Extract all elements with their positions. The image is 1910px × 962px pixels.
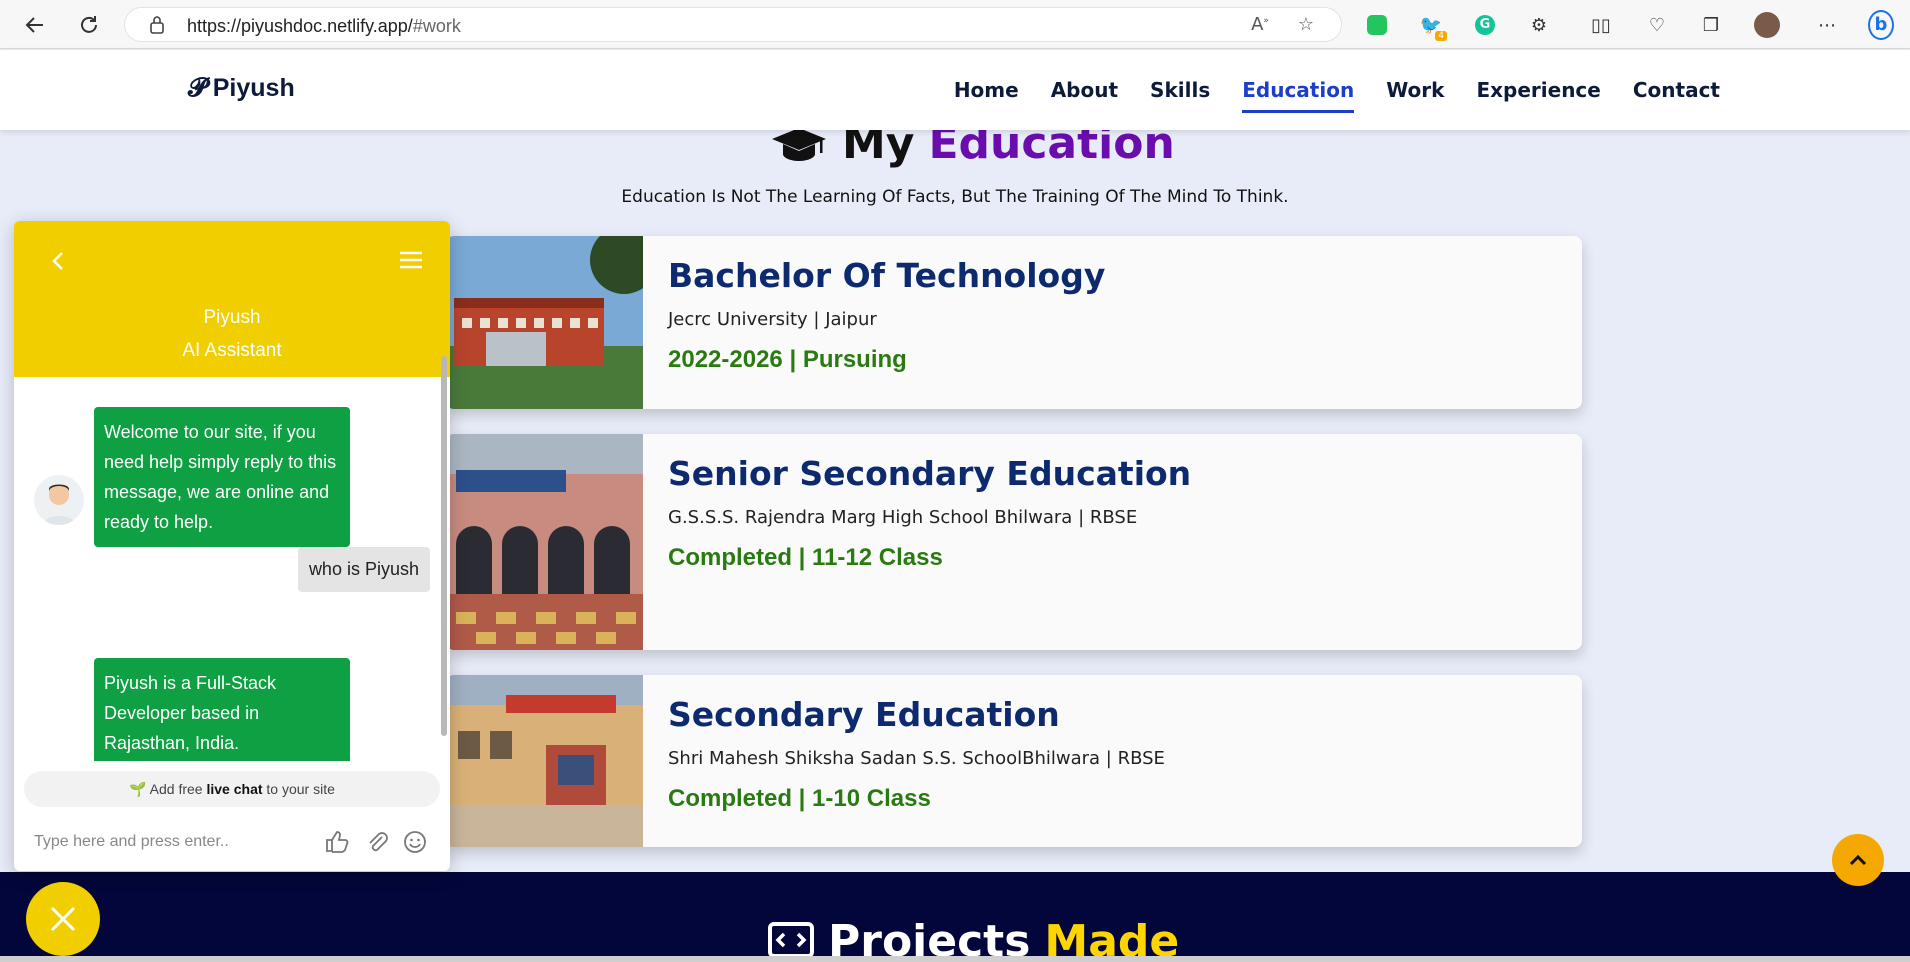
favorite-star-icon[interactable]: ☆ (1295, 14, 1317, 36)
nav-home[interactable]: Home (954, 78, 1019, 113)
chat-agent-name: Piyush AI Assistant (14, 301, 450, 367)
education-card-senior-secondary: Senior Secondary Education G.S.S.S. Raje… (446, 434, 1582, 650)
education-period: Completed | 11-12 Class (668, 544, 943, 571)
nav-experience[interactable]: Experience (1476, 78, 1600, 113)
refresh-icon[interactable] (74, 10, 104, 40)
school-name: Jecrc University | Jaipur (668, 309, 877, 330)
livechat-promo-link[interactable]: 🌱 Add free live chat to your site (24, 771, 440, 807)
scroll-to-top-button[interactable] (1832, 834, 1884, 886)
nav-work[interactable]: Work (1386, 78, 1444, 113)
chevron-left-icon[interactable] (44, 247, 72, 275)
chat-message-input[interactable]: Type here and press enter.. (34, 833, 229, 851)
nav-contact[interactable]: Contact (1633, 78, 1720, 113)
school-name: G.S.S.S. Rajendra Marg High School Bhilw… (668, 507, 1138, 528)
senior-school-photo (446, 434, 643, 650)
bing-copilot-icon[interactable]: b (1868, 10, 1894, 40)
more-menu-icon[interactable]: ⋯ (1814, 12, 1840, 38)
education-period: Completed | 1-10 Class (668, 785, 931, 812)
nav-skills[interactable]: Skills (1150, 78, 1210, 113)
promo-bold: live chat (206, 781, 263, 797)
bot-message: Welcome to our site, if you need help si… (94, 407, 350, 547)
thumbs-up-icon[interactable] (324, 829, 350, 855)
read-aloud-icon[interactable]: A» (1249, 14, 1271, 36)
degree-title: Secondary Education (668, 695, 1060, 734)
health-icon[interactable]: ♡ (1644, 12, 1670, 38)
close-icon (50, 906, 76, 932)
promo-prefix: Add free (149, 781, 207, 797)
chevron-up-icon (1849, 854, 1867, 866)
lock-icon[interactable] (149, 15, 165, 35)
chat-header: Piyush AI Assistant (14, 221, 450, 377)
bot-avatar (34, 475, 84, 525)
secondary-school-photo (446, 675, 643, 847)
back-arrow-icon[interactable] (20, 10, 50, 40)
nav-education[interactable]: Education (1242, 78, 1355, 113)
degree-title: Senior Secondary Education (668, 454, 1192, 493)
collections-icon[interactable]: ❐ (1698, 12, 1724, 38)
education-period: 2022-2026 | Pursuing (668, 346, 907, 373)
close-chat-button[interactable] (26, 882, 100, 956)
puzzle-extensions-icon[interactable]: ⚙ (1526, 12, 1552, 38)
chat-scrollbar[interactable] (441, 356, 447, 736)
browser-toolbar: https://piyushdoc.netlify.app/#work A» ☆… (0, 0, 1910, 49)
agent-role: AI Assistant (182, 340, 282, 361)
education-quote: Education Is Not The Learning Of Facts, … (621, 187, 1289, 207)
grammarly-icon[interactable]: G (1472, 12, 1498, 38)
url-text[interactable]: https://piyushdoc.netlify.app/#work (187, 16, 461, 37)
split-screen-icon[interactable]: ▯▯ (1588, 12, 1614, 38)
school-name: Shri Mahesh Shiksha Sadan S.S. SchoolBhi… (668, 748, 1165, 769)
bot-message: Piyush is a Full-Stack Developer based i… (94, 658, 350, 761)
user-message: who is Piyush (297, 547, 430, 592)
profile-avatar-icon[interactable] (1754, 12, 1780, 38)
extension-green-icon[interactable] (1364, 12, 1390, 38)
chat-widget: Piyush AI Assistant Welcome to our site,… (14, 221, 450, 871)
horizontal-scrollbar[interactable] (0, 956, 1910, 962)
site-logo[interactable]: 𝓟 Piyush (188, 72, 295, 104)
site-header: 𝓟 Piyush Home About Skills Education Wor… (0, 50, 1910, 130)
emoji-smile-icon[interactable] (402, 829, 428, 855)
chat-messages[interactable]: Welcome to our site, if you need help si… (14, 377, 450, 761)
degree-title: Bachelor Of Technology (668, 256, 1106, 295)
logo-text: Piyush (212, 73, 295, 102)
address-bar[interactable]: https://piyushdoc.netlify.app/#work A» ☆ (124, 7, 1342, 42)
education-card-secondary: Secondary Education Shri Mahesh Shiksha … (446, 675, 1582, 847)
agent-name: Piyush (203, 307, 261, 328)
leaf-icon: 🌱 (129, 781, 147, 797)
nav-about[interactable]: About (1051, 78, 1118, 113)
projects-section: Projects Made (0, 872, 1910, 962)
promo-suffix: to your site (262, 781, 335, 797)
paperclip-icon[interactable] (364, 829, 390, 855)
pinterest-p-icon: 𝓟 (188, 72, 207, 102)
main-nav: Home About Skills Education Work Experie… (954, 78, 1720, 113)
hamburger-menu-icon[interactable] (398, 249, 424, 271)
education-card-btech: Bachelor Of Technology Jecrc University … (446, 236, 1582, 409)
university-photo (446, 236, 643, 409)
extension-bird-icon[interactable]: 🐦 4 (1418, 12, 1447, 41)
